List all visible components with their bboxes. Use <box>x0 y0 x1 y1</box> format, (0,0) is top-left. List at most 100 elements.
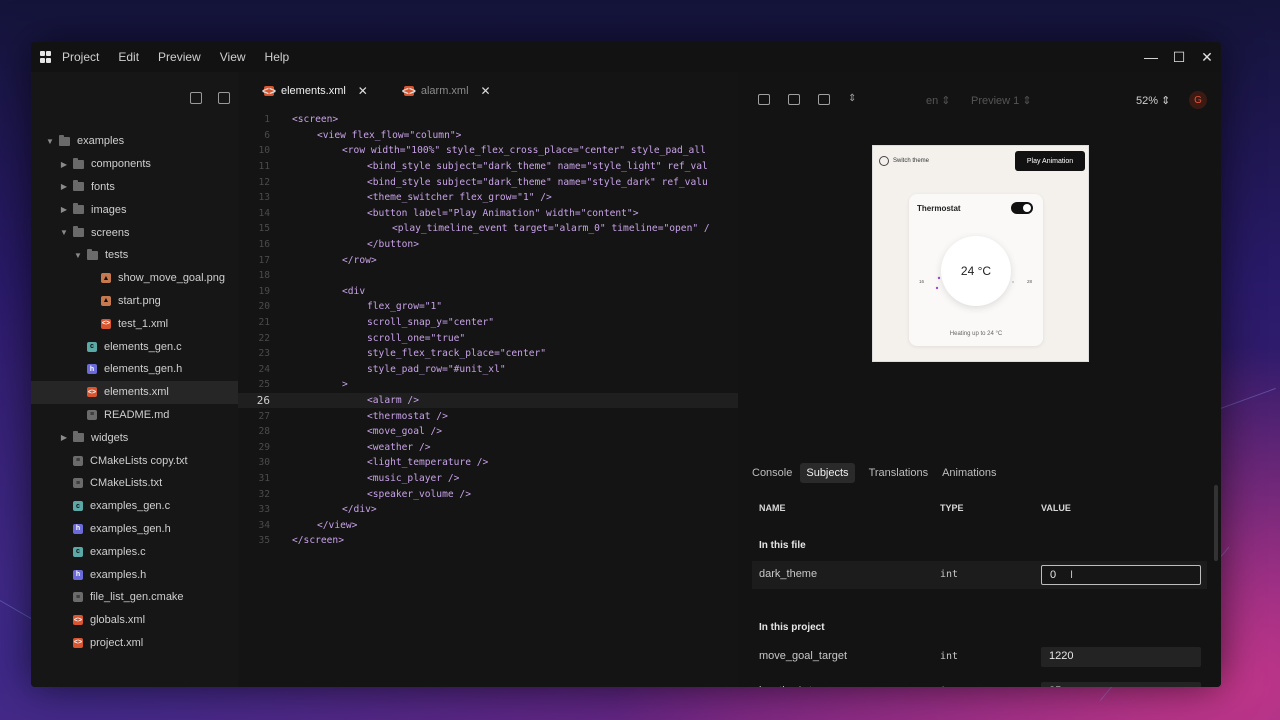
code-line[interactable]: 13 <theme_switcher flex_grow="1" /> <box>238 190 738 206</box>
tree-folder[interactable]: ▼ screens <box>31 221 238 244</box>
panel-scrollbar[interactable] <box>1214 485 1218 561</box>
switch-theme-button[interactable]: Switch theme <box>879 156 929 166</box>
layout-icon[interactable] <box>788 94 800 105</box>
code-line[interactable]: 33 </div> <box>238 502 738 518</box>
tab-animations[interactable]: Animations <box>942 467 996 479</box>
code-line[interactable] <box>238 549 738 565</box>
tab-alarm-xml[interactable]: <> alarm.xml ✕ <box>392 84 491 98</box>
code-area[interactable]: 1 <screen> 6 <view flex_flow="column"> 10 <ro… <box>238 112 738 564</box>
tree-label: components <box>91 158 151 171</box>
tree-file[interactable]: c examples.c <box>31 540 238 563</box>
line-number: 21 <box>258 317 270 329</box>
tree-file[interactable]: <> project.xml <box>31 632 238 655</box>
code-line[interactable]: 15 <play_timeline_event target="alarm_0" … <box>238 221 738 237</box>
thermostat-card: Thermostat 24 °C 16 28 Heating up to 24 … <box>909 194 1043 346</box>
tree-file[interactable]: <> test_1.xml <box>31 312 238 335</box>
subject-value-input[interactable]: 25 <box>1041 682 1201 687</box>
menu-project[interactable]: Project <box>62 50 99 64</box>
code-line[interactable]: 27 <thermostat /> <box>238 408 738 424</box>
code-line[interactable]: 11 <bind_style subject="dark_theme" name=… <box>238 159 738 175</box>
code-line[interactable]: 30 <light_temperature /> <box>238 455 738 471</box>
code-line[interactable]: 28 <move_goal /> <box>238 424 738 440</box>
subject-value-input[interactable]: 0I <box>1041 565 1201 585</box>
tree-file[interactable]: ≡ file_list_gen.cmake <box>31 586 238 609</box>
tree-file[interactable]: ≡ README.md <box>31 404 238 427</box>
tree-file[interactable]: ▲ start.png <box>31 290 238 313</box>
code-line[interactable]: 19 <div <box>238 284 738 300</box>
code-line[interactable]: 20 flex_grow="1" <box>238 299 738 315</box>
tree-file[interactable]: <> globals.xml <box>31 609 238 632</box>
tab-elements-xml[interactable]: <> elements.xml ✕ <box>252 84 368 98</box>
code-line[interactable]: 18 <box>238 268 738 284</box>
tree-label: CMakeLists copy.txt <box>90 454 188 467</box>
code-line[interactable]: 12 <bind_style subject="dark_theme" name=… <box>238 174 738 190</box>
subject-row[interactable]: move_goal_target int 1220 <box>752 643 1207 671</box>
code-line[interactable]: 35 </screen> <box>238 533 738 549</box>
code-line[interactable]: 6 <view flex_flow="column"> <box>238 128 738 144</box>
tree-label: README.md <box>104 408 170 421</box>
code-line[interactable]: 10 <row width="100%" style_flex_cross_pla… <box>238 143 738 159</box>
menu-edit[interactable]: Edit <box>118 50 139 64</box>
tree-file[interactable]: ≡ CMakeLists.txt <box>31 472 238 495</box>
tree-folder[interactable]: ▼ examples <box>31 130 238 153</box>
code-line[interactable]: 26 <alarm /> <box>238 392 738 409</box>
close-tab-icon[interactable]: ✕ <box>358 84 368 98</box>
code-line[interactable]: 22 scroll_one="true" <box>238 330 738 346</box>
menu-view[interactable]: View <box>220 50 246 64</box>
new-file-icon[interactable] <box>190 92 202 104</box>
tab-console[interactable]: Console <box>752 467 792 479</box>
code-line[interactable]: 32 <speaker_volume /> <box>238 486 738 502</box>
tree-file[interactable]: h examples_gen.h <box>31 518 238 541</box>
temperature-dial[interactable]: 24 °C <box>941 236 1011 306</box>
tree-file[interactable]: c elements_gen.c <box>31 335 238 358</box>
section-in-this-project: In this project <box>759 622 825 633</box>
tab-subjects[interactable]: Subjects <box>800 463 855 483</box>
subject-row[interactable]: dark_theme int 0I <box>752 561 1207 589</box>
tree-folder[interactable]: ▶ images <box>31 198 238 221</box>
code-line[interactable]: 29 <weather /> <box>238 439 738 455</box>
subject-value-input[interactable]: 1220 <box>1041 647 1201 667</box>
pin-icon[interactable] <box>818 94 830 105</box>
tree-file[interactable]: h elements_gen.h <box>31 358 238 381</box>
code-line[interactable]: 23 style_flex_track_place="center" <box>238 346 738 362</box>
tree-folder[interactable]: ▶ widgets <box>31 426 238 449</box>
code-text: </screen> <box>292 535 344 547</box>
code-line[interactable]: 1 <screen> <box>238 112 738 128</box>
code-text: </view> <box>317 519 358 531</box>
tab-translations[interactable]: Translations <box>869 467 929 479</box>
inspect-icon[interactable] <box>758 94 770 105</box>
tree-file[interactable]: <> elements.xml <box>31 380 238 404</box>
tree-file[interactable]: h examples.h <box>31 563 238 586</box>
new-folder-icon[interactable] <box>218 92 230 104</box>
zoom-select[interactable]: 52% ⇕ <box>1136 94 1170 107</box>
preview-canvas[interactable]: Switch theme Play Animation Thermostat 2… <box>872 145 1089 362</box>
code-line[interactable]: 17 </row> <box>238 252 738 268</box>
play-animation-button[interactable]: Play Animation <box>1015 151 1085 171</box>
code-line[interactable]: 24 style_pad_row="#unit_xl" <box>238 362 738 378</box>
code-line[interactable]: 16 </button> <box>238 237 738 253</box>
sort-icon[interactable]: ⇕ <box>848 93 856 105</box>
language-select[interactable]: en ⇕ <box>926 94 951 107</box>
subject-row[interactable]: location1_temp int 25 <box>752 678 1207 687</box>
code-line[interactable]: 25 > <box>238 377 738 393</box>
maximize-icon[interactable]: ☐ <box>1165 49 1193 66</box>
code-line[interactable]: 14 <button label="Play Animation" width="… <box>238 206 738 222</box>
close-icon[interactable]: ✕ <box>1193 49 1221 66</box>
line-number: 12 <box>258 176 270 188</box>
menu-preview[interactable]: Preview <box>158 50 201 64</box>
tree-file[interactable]: ≡ CMakeLists copy.txt <box>31 449 238 472</box>
tree-label: screens <box>91 226 130 239</box>
code-line[interactable]: 21 scroll_snap_y="center" <box>238 315 738 331</box>
tree-folder[interactable]: ▶ fonts <box>31 176 238 199</box>
tree-file[interactable]: c examples_gen.c <box>31 495 238 518</box>
preview-select[interactable]: Preview 1 ⇕ <box>971 94 1032 107</box>
tree-folder[interactable]: ▶ components <box>31 153 238 176</box>
avatar[interactable]: G <box>1189 91 1207 109</box>
code-line[interactable]: 34 </view> <box>238 517 738 533</box>
menu-help[interactable]: Help <box>265 50 290 64</box>
tree-file[interactable]: ▲ show_move_goal.png <box>31 267 238 290</box>
minimize-icon[interactable]: — <box>1137 49 1165 65</box>
close-tab-icon[interactable]: ✕ <box>481 84 491 98</box>
code-line[interactable]: 31 <music_player /> <box>238 471 738 487</box>
tree-folder[interactable]: ▼ tests <box>31 244 238 267</box>
